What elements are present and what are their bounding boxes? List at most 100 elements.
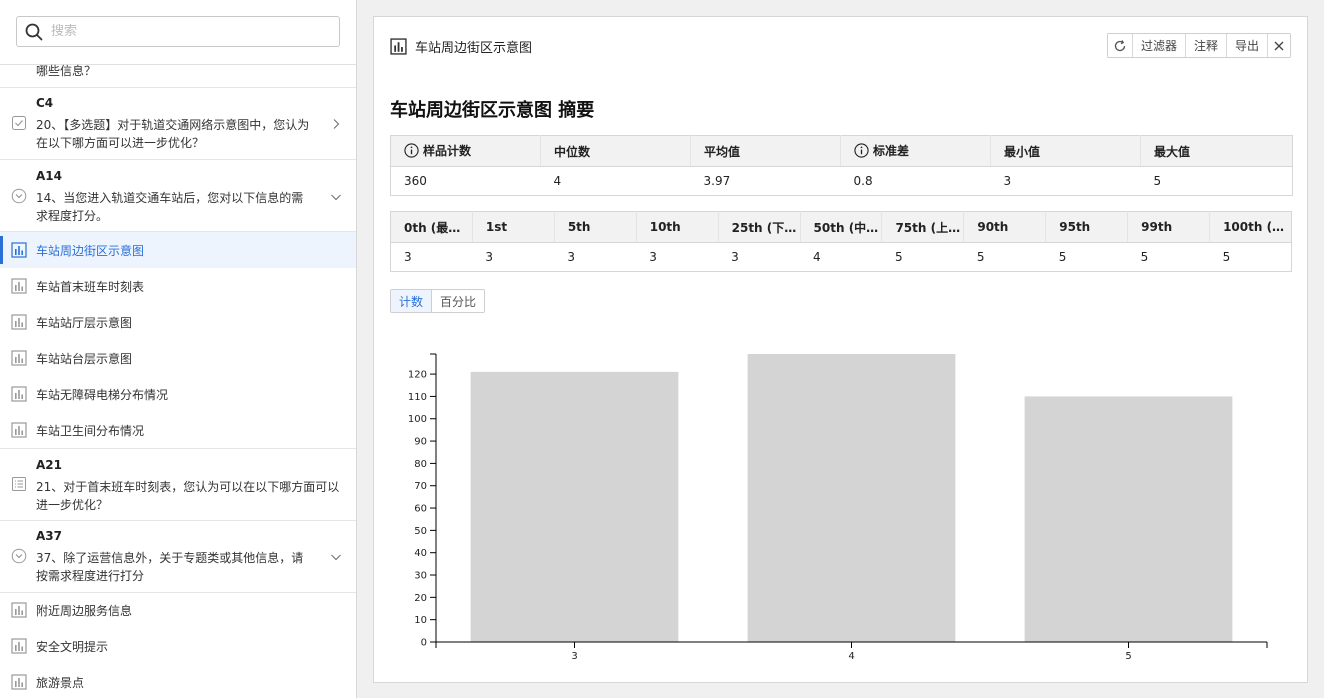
search-input[interactable]: [51, 24, 321, 39]
sidebar-item-label: 安全文明提示: [36, 639, 109, 654]
table-cell: 5: [1140, 166, 1293, 196]
sidebar: 哪些信息？ C4 20、【多选题】对于轨道交通网络示意图中，您认为在以下哪方面可…: [0, 0, 357, 698]
filter-button[interactable]: 过滤器: [1131, 34, 1185, 57]
y-tick-label: 80: [414, 459, 427, 470]
count-percent-toggle: 计数 百分比: [390, 289, 486, 313]
y-tick-label: 10: [414, 615, 427, 626]
sidebar-item-label: 车站首末班车时刻表: [36, 279, 145, 294]
bar-chart-icon: [11, 602, 27, 618]
chevron-down-icon[interactable]: [330, 551, 342, 563]
sidebar-item-chart-4[interactable]: 车站站台层示意图: [0, 340, 356, 376]
sidebar-item-chart-7[interactable]: 附近周边服务信息: [0, 592, 356, 628]
sidebar-item-chart-9[interactable]: 旅游景点: [0, 664, 356, 698]
summary-title: 车站周边街区示意图 摘要: [390, 100, 595, 121]
table-cell: 5: [1127, 242, 1210, 272]
y-tick-label: 30: [414, 571, 427, 582]
count-toggle-button[interactable]: 计数: [391, 290, 432, 312]
column-header: 标准差: [840, 135, 991, 167]
question-code: A21: [36, 458, 62, 472]
table-cell: 3: [990, 166, 1141, 196]
sidebar-item-chart-5[interactable]: 车站无障碍电梯分布情况: [0, 376, 356, 412]
column-header: 10th: [636, 211, 719, 243]
question-text: 20、【多选题】对于轨道交通网络示意图中，您认为在以下哪方面可以进一步优化？: [36, 118, 310, 150]
column-header: 平均值: [690, 135, 841, 167]
chevron-right-icon[interactable]: [330, 118, 342, 130]
table-cell: 5: [1209, 242, 1292, 272]
question-code: C4: [36, 96, 54, 110]
y-tick-label: 50: [414, 526, 427, 537]
export-button[interactable]: 导出: [1225, 34, 1267, 57]
bar-chart-icon: [11, 386, 27, 402]
sidebar-item-chart-6[interactable]: 车站卫生间分布情况: [0, 412, 356, 448]
y-tick-label: 70: [414, 481, 427, 492]
sidebar-item-chart-1[interactable]: 车站周边街区示意图: [0, 232, 356, 268]
table-cell: 3: [472, 242, 555, 272]
question-code: A14: [36, 169, 62, 183]
y-tick-label: 120: [408, 370, 427, 381]
table-cell: 5: [1045, 242, 1128, 272]
table-cell: 4: [800, 242, 882, 272]
table-cell: 360: [390, 166, 541, 196]
y-tick-label: 20: [414, 593, 427, 604]
column-header: 5th: [554, 211, 637, 243]
circle-chevron-icon: [11, 188, 27, 204]
close-icon: [1274, 41, 1284, 50]
table-cell: 4: [540, 166, 691, 196]
info-icon[interactable]: [854, 142, 869, 158]
y-tick-label: 110: [408, 392, 427, 403]
search-icon: [25, 23, 43, 40]
sidebar-item-label: 车站周边街区示意图: [36, 243, 145, 258]
y-tick-label: 40: [414, 548, 427, 559]
annotate-button[interactable]: 注释: [1184, 34, 1226, 57]
close-button[interactable]: [1267, 34, 1290, 57]
x-tick-label: 5: [1125, 651, 1131, 662]
question-text: 14、当您进入轨道交通车站后，您对以下信息的需求程度打分。: [36, 191, 304, 223]
partial-question-text: 哪些信息？: [0, 60, 356, 84]
question-text: 37、除了运营信息外，关于专题类或其他信息，请按需求程度进行打分: [36, 551, 304, 583]
search-area: [0, 0, 356, 65]
bar-chart-icon: [11, 422, 27, 438]
column-header: 0th (最…: [390, 211, 473, 243]
refresh-button[interactable]: [1107, 34, 1132, 57]
chevron-down-icon[interactable]: [330, 191, 342, 203]
question-a37[interactable]: A37 37、除了运营信息外，关于专题类或其他信息，请按需求程度进行打分: [0, 521, 356, 593]
question-text: 21、对于首末班车时刻表，您认为可以在以下哪方面可以进一步优化？: [36, 480, 340, 512]
chart-bar: [747, 354, 956, 642]
table-cell: 3: [636, 242, 719, 272]
list-icon: [12, 477, 26, 491]
checkbox-icon: [12, 116, 26, 130]
column-header: 25th (下…: [718, 211, 801, 243]
sidebar-item-label: 车站无障碍电梯分布情况: [36, 387, 169, 402]
percent-toggle-button[interactable]: 百分比: [431, 290, 484, 312]
column-header: 最大值: [1140, 135, 1293, 167]
info-icon[interactable]: [404, 142, 419, 158]
sidebar-item-chart-8[interactable]: 安全文明提示: [0, 628, 356, 664]
sidebar-item-label: 车站站台层示意图: [36, 351, 133, 366]
column-header: 75th (上…: [881, 211, 965, 243]
table-cell: 3: [390, 242, 473, 272]
sidebar-item-chart-3[interactable]: 车站站厅层示意图: [0, 304, 356, 340]
bar-chart-icon: [11, 314, 27, 330]
x-tick-label: 4: [848, 651, 854, 662]
question-a14[interactable]: A14 14、当您进入轨道交通车站后，您对以下信息的需求程度打分。: [0, 160, 356, 232]
column-header-label: 样品计数: [423, 143, 472, 158]
question-a21[interactable]: A21 21、对于首末班车时刻表，您认为可以在以下哪方面可以进一步优化？: [0, 449, 356, 521]
column-header: 中位数: [540, 135, 691, 167]
table-cell: 3.97: [690, 166, 841, 196]
search-box[interactable]: [16, 16, 340, 47]
question-c4[interactable]: C4 20、【多选题】对于轨道交通网络示意图中，您认为在以下哪方面可以进一步优化…: [0, 88, 356, 160]
table-cell: 5: [881, 242, 964, 272]
column-header: 95th: [1045, 211, 1129, 243]
bar-chart-icon: [11, 242, 27, 258]
y-tick-label: 100: [408, 414, 427, 425]
column-header: 最小值: [990, 135, 1141, 167]
percentiles-table: 0th (最… 1st 5th 10th 25th (下… 50th (中… 7…: [390, 211, 1292, 272]
bar-chart-icon: [11, 278, 27, 294]
table-cell: 5: [963, 242, 1046, 272]
stats-table: 样品计数 中位数 平均值 标准差 最小值 最大值 360 4 3.97 0.8 …: [390, 135, 1293, 196]
panel-title-text: 车站周边街区示意图: [415, 41, 533, 56]
table-cell: 0.8: [840, 166, 991, 196]
column-header: 50th (中…: [800, 211, 883, 243]
sidebar-item-chart-2[interactable]: 车站首末班车时刻表: [0, 268, 356, 304]
bar-chart-icon: [11, 674, 27, 690]
